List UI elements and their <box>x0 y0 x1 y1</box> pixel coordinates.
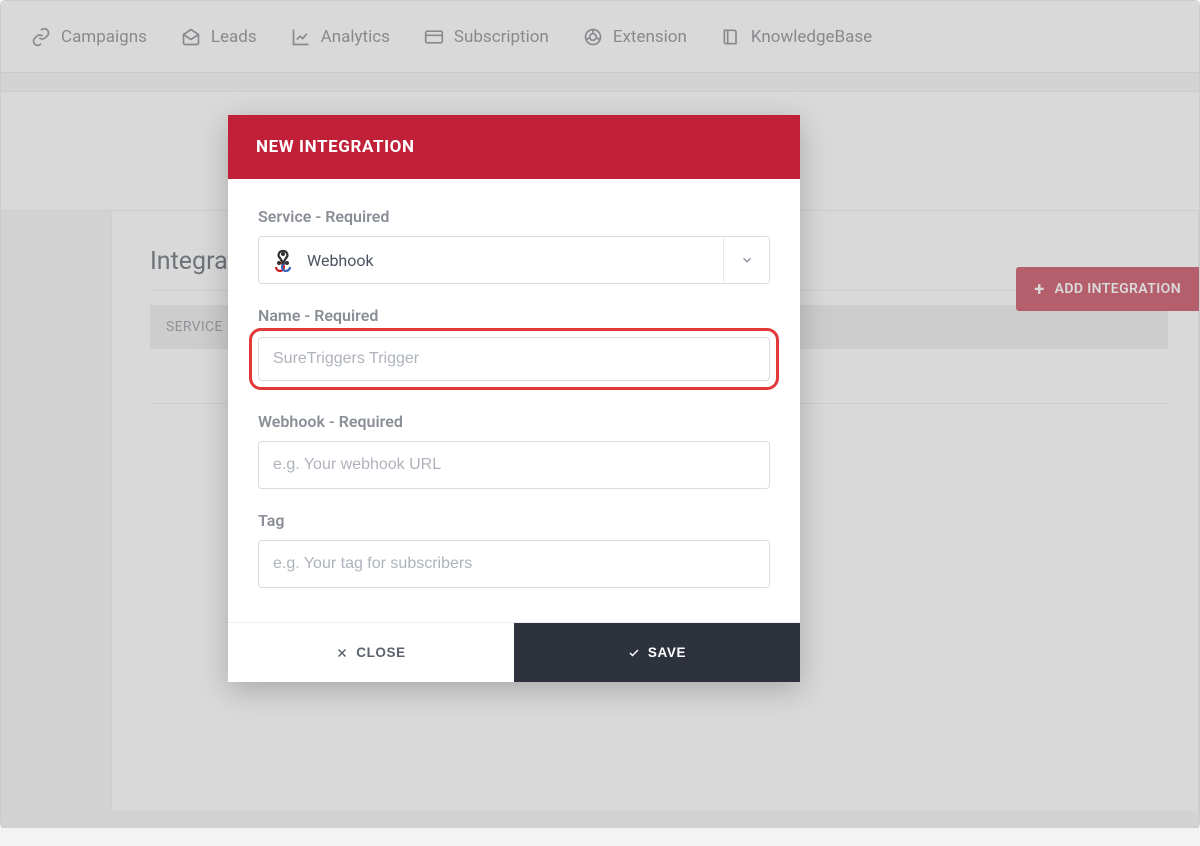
name-input[interactable] <box>258 337 770 381</box>
link-icon <box>31 27 51 47</box>
check-icon <box>628 647 640 659</box>
chart-icon <box>291 27 311 47</box>
card-icon <box>424 27 444 47</box>
service-chevron-zone[interactable] <box>723 237 769 283</box>
add-integration-label: ADD INTEGRATION <box>1055 281 1181 297</box>
save-label: SAVE <box>648 645 686 660</box>
chevron-down-icon <box>740 253 754 267</box>
nav-analytics[interactable]: Analytics <box>291 27 390 47</box>
name-highlight-annotation <box>249 328 779 390</box>
nav-label: Subscription <box>454 27 549 47</box>
nav-label: Leads <box>211 27 257 47</box>
field-webhook: Webhook - Required <box>258 412 770 489</box>
nav-extension[interactable]: Extension <box>583 27 687 47</box>
webhook-input[interactable] <box>258 441 770 489</box>
name-label: Name - Required <box>258 306 770 325</box>
mail-icon <box>181 27 201 47</box>
new-integration-modal: NEW INTEGRATION Service - Required Webho… <box>228 115 800 682</box>
book-icon <box>721 27 741 47</box>
nav-leads[interactable]: Leads <box>181 27 257 47</box>
modal-body: Service - Required Webhook <box>228 179 800 622</box>
nav-campaigns[interactable]: Campaigns <box>31 27 147 47</box>
table-header-service: SERVICE <box>166 319 223 335</box>
nav-subscription[interactable]: Subscription <box>424 27 549 47</box>
nav-label: Analytics <box>321 27 390 47</box>
top-nav: Campaigns Leads Analytics Subscription E… <box>1 1 1199 73</box>
modal-title: NEW INTEGRATION <box>228 115 800 179</box>
webhook-icon <box>271 248 295 272</box>
close-button[interactable]: CLOSE <box>228 623 514 682</box>
plus-icon: + <box>1034 279 1044 300</box>
service-value: Webhook <box>307 251 374 270</box>
tag-label: Tag <box>258 511 770 530</box>
chrome-icon <box>583 27 603 47</box>
tag-input[interactable] <box>258 540 770 588</box>
nav-label: Campaigns <box>61 27 147 47</box>
service-label: Service - Required <box>258 207 770 226</box>
field-service: Service - Required Webhook <box>258 207 770 284</box>
webhook-label: Webhook - Required <box>258 412 770 431</box>
field-name: Name - Required <box>258 306 770 325</box>
field-tag: Tag <box>258 511 770 588</box>
nav-knowledgebase[interactable]: KnowledgeBase <box>721 27 872 47</box>
close-icon <box>336 647 348 659</box>
save-button[interactable]: SAVE <box>514 623 800 682</box>
add-integration-button[interactable]: + ADD INTEGRATION <box>1016 267 1199 311</box>
service-select[interactable]: Webhook <box>258 236 770 284</box>
modal-footer: CLOSE SAVE <box>228 622 800 682</box>
nav-label: Extension <box>613 27 687 47</box>
close-label: CLOSE <box>356 645 406 660</box>
nav-label: KnowledgeBase <box>751 27 872 47</box>
